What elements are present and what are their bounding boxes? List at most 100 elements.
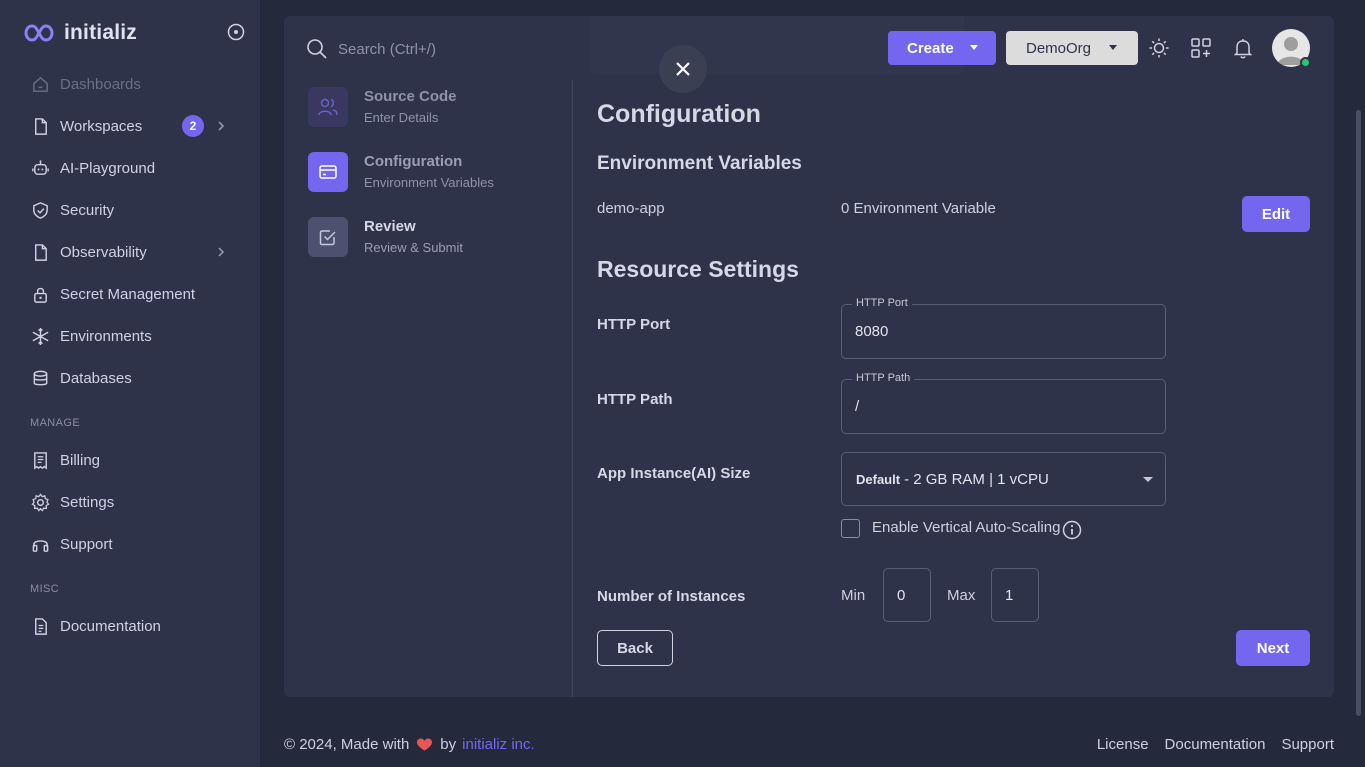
footer-link-support[interactable]: Support xyxy=(1281,736,1334,753)
http-path-legend: HTTP Path xyxy=(852,372,915,384)
section-label-manage: MANAGE xyxy=(30,417,81,429)
lock-icon xyxy=(30,284,50,304)
autoscaling-checkbox[interactable] xyxy=(841,519,860,538)
footer-link-license[interactable]: License xyxy=(1097,736,1149,753)
sidebar-item-settings[interactable]: Settings xyxy=(22,482,238,522)
footer-by: by xyxy=(440,736,457,753)
back-button[interactable]: Back xyxy=(597,630,673,666)
shield-check-icon xyxy=(30,200,50,220)
sidebar-item-label: Support xyxy=(60,535,113,553)
chevron-right-icon xyxy=(218,247,225,257)
apps-add-icon[interactable] xyxy=(1190,37,1212,59)
footer-company-link[interactable]: initializ inc. xyxy=(462,736,535,753)
env-variable-count: 0 Environment Variable xyxy=(841,200,996,217)
sidebar-item-support[interactable]: Support xyxy=(22,524,238,564)
caret-down-icon xyxy=(1143,477,1153,482)
sidebar-item-label: Observability xyxy=(60,243,147,261)
sidebar-item-label: Secret Management xyxy=(60,285,196,303)
checkbox-icon xyxy=(319,230,336,246)
sidebar-item-label: Settings xyxy=(60,493,115,511)
step-title: Configuration xyxy=(364,153,463,170)
sidebar-item-security[interactable]: Security xyxy=(22,190,238,230)
step-title: Source Code xyxy=(364,88,457,105)
min-label: Min xyxy=(841,587,866,604)
sidebar-item-billing[interactable]: Billing xyxy=(22,440,238,480)
close-button[interactable] xyxy=(659,45,707,93)
sidebar-item-label: Dashboards xyxy=(60,75,141,93)
max-instances-field[interactable] xyxy=(991,568,1039,622)
footer-link-documentation[interactable]: Documentation xyxy=(1165,736,1266,753)
step-review[interactable]: Review Review & Submit xyxy=(308,217,548,261)
max-label: Max xyxy=(947,587,976,604)
org-switcher-label: DemoOrg xyxy=(1026,39,1092,57)
sidebar-item-environments[interactable]: Environments xyxy=(22,316,238,356)
info-icon[interactable] xyxy=(1062,520,1082,540)
infinity-logo-icon xyxy=(24,24,54,42)
http-port-field[interactable]: HTTP Port xyxy=(841,297,1166,359)
step-title: Review xyxy=(364,218,416,235)
sidebar-item-label: Billing xyxy=(60,451,101,469)
sidebar-item-documentation[interactable]: Documentation xyxy=(22,606,238,646)
step-source-code[interactable]: Source Code Enter Details xyxy=(308,87,548,131)
bell-icon[interactable] xyxy=(1232,37,1254,59)
receipt-icon xyxy=(30,450,50,470)
sidebar-item-label: Security xyxy=(60,201,115,219)
sidebar-item-label: Documentation xyxy=(60,617,161,635)
sun-icon[interactable] xyxy=(1148,37,1170,59)
heart-icon xyxy=(417,737,433,751)
brand[interactable]: initializ xyxy=(24,18,137,48)
instance-size-select[interactable]: Default - 2 GB RAM | 1 vCPU xyxy=(841,452,1166,506)
max-instances-input[interactable] xyxy=(1005,587,1033,604)
http-port-input[interactable] xyxy=(855,320,1145,342)
vertical-divider xyxy=(572,80,573,697)
sidebar-item-label: Databases xyxy=(60,369,132,387)
sidebar-item-label: AI-Playground xyxy=(60,159,156,177)
document-icon xyxy=(30,616,50,636)
search-input[interactable] xyxy=(338,36,578,62)
instances-label: Number of Instances xyxy=(597,588,746,605)
http-path-input[interactable] xyxy=(855,395,1145,417)
env-app-name: demo-app xyxy=(597,200,665,217)
credit-card-icon xyxy=(319,165,337,179)
sidebar-item-secret-management[interactable]: Secret Management xyxy=(22,274,238,314)
section-label-misc: MISC xyxy=(30,583,60,595)
http-path-field[interactable]: HTTP Path xyxy=(841,372,1166,434)
instance-size-default: Default xyxy=(856,471,901,487)
org-switcher-button[interactable]: DemoOrg xyxy=(1006,31,1138,65)
sidebar-item-observability[interactable]: Observability xyxy=(22,232,238,272)
create-button-label: Create xyxy=(907,39,954,57)
next-button[interactable]: Next xyxy=(1236,630,1310,666)
sidebar-item-dashboards[interactable]: Dashboards xyxy=(22,64,238,104)
snowflake-icon xyxy=(30,326,50,346)
sidebar-item-workspaces[interactable]: Workspaces 2 xyxy=(22,106,238,146)
sidebar-item-ai-playground[interactable]: AI-Playground xyxy=(22,148,238,188)
min-instances-input[interactable] xyxy=(897,587,925,604)
step-subtitle: Enter Details xyxy=(364,110,439,125)
create-button[interactable]: Create xyxy=(888,31,996,65)
scrollbar[interactable] xyxy=(1356,110,1361,716)
chevron-right-icon xyxy=(218,121,225,131)
sidebar-item-databases[interactable]: Databases xyxy=(22,358,238,398)
instance-size-label: App Instance(AI) Size xyxy=(597,465,751,482)
edit-env-button[interactable]: Edit xyxy=(1242,196,1310,232)
home-icon xyxy=(30,74,50,94)
instance-size-value: - 2 GB RAM | 1 vCPU xyxy=(904,470,1049,488)
sidebar-item-label: Environments xyxy=(60,327,152,345)
close-icon xyxy=(676,62,690,76)
step-configuration[interactable]: Configuration Environment Variables xyxy=(308,152,548,196)
step-icon-box xyxy=(308,87,348,127)
search-icon[interactable] xyxy=(306,38,328,60)
file-icon xyxy=(30,242,50,262)
sidebar-collapse-toggle-icon[interactable] xyxy=(227,23,245,41)
min-instances-field[interactable] xyxy=(883,568,931,622)
workspaces-count-badge: 2 xyxy=(182,115,204,137)
online-status-dot xyxy=(1300,57,1311,68)
autoscaling-label[interactable]: Enable Vertical Auto-Scaling xyxy=(872,519,1060,536)
step-icon-box xyxy=(308,152,348,192)
caret-down-icon xyxy=(970,45,978,50)
http-port-legend: HTTP Port xyxy=(852,297,912,309)
file-icon xyxy=(30,116,50,136)
step-subtitle: Environment Variables xyxy=(364,175,494,190)
topbar: Create DemoOrg xyxy=(284,16,1334,80)
robot-icon xyxy=(30,158,50,178)
